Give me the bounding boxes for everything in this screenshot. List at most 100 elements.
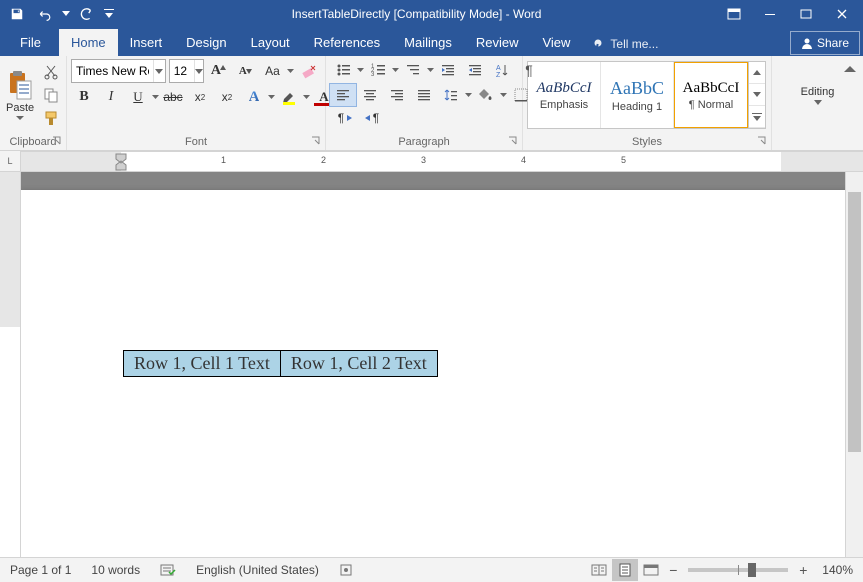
italic-button[interactable]: I: [98, 86, 124, 108]
font-name-dropdown[interactable]: [153, 60, 165, 82]
change-case-dropdown[interactable]: [286, 60, 294, 82]
underline-button[interactable]: U: [125, 86, 151, 108]
table-row[interactable]: Row 1, Cell 1 Text Row 1, Cell 2 Text: [124, 351, 438, 377]
borders-button[interactable]: [508, 84, 534, 106]
highlight-button[interactable]: [276, 86, 302, 108]
multilevel-list-button[interactable]: [400, 59, 426, 81]
change-case-button[interactable]: Aa: [259, 60, 285, 82]
paste-button[interactable]: Paste: [4, 60, 36, 130]
minimize-button[interactable]: [753, 2, 787, 26]
format-painter-button[interactable]: [38, 107, 64, 129]
table-cell[interactable]: Row 1, Cell 2 Text: [280, 351, 437, 377]
font-name-input[interactable]: [72, 64, 153, 78]
font-size-combo[interactable]: [169, 59, 205, 83]
document-table[interactable]: Row 1, Cell 1 Text Row 1, Cell 2 Text: [123, 350, 438, 377]
styles-expand[interactable]: [749, 106, 765, 128]
align-center-button[interactable]: [357, 84, 383, 106]
highlight-dropdown[interactable]: [303, 86, 310, 108]
zoom-in-button[interactable]: +: [794, 561, 812, 579]
tab-mailings[interactable]: Mailings: [392, 29, 464, 56]
bullets-dropdown[interactable]: [357, 59, 364, 81]
macro-status[interactable]: [329, 558, 363, 582]
font-dialog-launcher[interactable]: [310, 135, 322, 147]
increase-indent-button[interactable]: [462, 59, 488, 81]
grow-font-button[interactable]: A: [205, 60, 231, 82]
maximize-button[interactable]: [789, 2, 823, 26]
print-layout-button[interactable]: [612, 559, 638, 581]
save-button[interactable]: [4, 2, 30, 26]
copy-button[interactable]: [38, 84, 64, 106]
shrink-font-button[interactable]: A: [232, 60, 258, 82]
document-viewport[interactable]: Row 1, Cell 1 Text Row 1, Cell 2 Text: [21, 172, 863, 557]
scrollbar-thumb[interactable]: [848, 192, 861, 452]
show-hide-button[interactable]: ¶: [516, 59, 542, 81]
undo-dropdown[interactable]: [60, 2, 72, 26]
word-count-status[interactable]: 10 words: [81, 558, 150, 582]
horizontal-ruler[interactable]: 1 2 3 4 5: [21, 151, 863, 171]
font-name-combo[interactable]: [71, 59, 166, 83]
tab-selector[interactable]: L: [0, 151, 21, 171]
bullets-button[interactable]: [330, 59, 356, 81]
superscript-button[interactable]: x2: [214, 86, 240, 108]
numbering-dropdown[interactable]: [392, 59, 399, 81]
zoom-out-button[interactable]: −: [664, 561, 682, 579]
tab-review[interactable]: Review: [464, 29, 531, 56]
line-spacing-dropdown[interactable]: [465, 84, 472, 106]
web-layout-button[interactable]: [638, 559, 664, 581]
bold-button[interactable]: B: [71, 86, 97, 108]
vertical-scrollbar[interactable]: [845, 172, 863, 557]
sort-button[interactable]: AZ: [489, 59, 515, 81]
cut-button[interactable]: [38, 61, 64, 83]
align-right-button[interactable]: [384, 84, 410, 106]
vertical-ruler[interactable]: [0, 172, 21, 557]
close-button[interactable]: [825, 2, 859, 26]
style-heading1[interactable]: AaBbC Heading 1: [601, 62, 674, 128]
undo-button[interactable]: [32, 2, 58, 26]
strikethrough-button[interactable]: abc: [160, 86, 186, 108]
page[interactable]: Row 1, Cell 1 Text Row 1, Cell 2 Text: [21, 190, 863, 557]
zoom-level-status[interactable]: 140%: [812, 558, 863, 582]
font-size-dropdown[interactable]: [194, 60, 203, 82]
numbering-button[interactable]: 123: [365, 59, 391, 81]
tell-me-search[interactable]: Tell me...: [582, 32, 668, 56]
multilevel-dropdown[interactable]: [427, 59, 434, 81]
align-left-button[interactable]: [330, 84, 356, 106]
editing-button[interactable]: Editing: [793, 60, 843, 130]
tab-insert[interactable]: Insert: [118, 29, 175, 56]
tab-design[interactable]: Design: [174, 29, 238, 56]
tab-layout[interactable]: Layout: [239, 29, 302, 56]
share-button[interactable]: Share: [790, 31, 860, 55]
indent-marker-icon[interactable]: [115, 153, 129, 171]
line-spacing-button[interactable]: [438, 84, 464, 106]
zoom-slider-thumb[interactable]: [748, 563, 756, 577]
language-status[interactable]: English (United States): [186, 558, 329, 582]
shading-dropdown[interactable]: [500, 84, 507, 106]
rtl-button[interactable]: ¶: [359, 107, 385, 129]
table-cell[interactable]: Row 1, Cell 1 Text: [124, 351, 281, 377]
subscript-button[interactable]: x2: [187, 86, 213, 108]
qat-customize-dropdown[interactable]: [102, 2, 116, 26]
styles-scroll-down[interactable]: [749, 84, 765, 106]
tab-file[interactable]: File: [2, 29, 59, 56]
decrease-indent-button[interactable]: [435, 59, 461, 81]
clipboard-dialog-launcher[interactable]: [51, 135, 63, 147]
underline-dropdown[interactable]: [152, 86, 159, 108]
text-effects-dropdown[interactable]: [268, 86, 275, 108]
styles-dialog-launcher[interactable]: [756, 135, 768, 147]
collapse-ribbon-button[interactable]: [841, 60, 859, 78]
page-number-status[interactable]: Page 1 of 1: [0, 558, 81, 582]
paragraph-dialog-launcher[interactable]: [507, 135, 519, 147]
redo-button[interactable]: [74, 2, 100, 26]
style-normal[interactable]: AaBbCcI ¶ Normal: [674, 62, 748, 128]
clear-formatting-button[interactable]: [295, 60, 321, 82]
tab-references[interactable]: References: [302, 29, 392, 56]
ltr-button[interactable]: ¶: [332, 107, 358, 129]
tab-home[interactable]: Home: [59, 29, 118, 56]
styles-scroll-up[interactable]: [749, 62, 765, 84]
text-effects-button[interactable]: A: [241, 86, 267, 108]
read-mode-button[interactable]: [586, 559, 612, 581]
tab-view[interactable]: View: [530, 29, 582, 56]
ribbon-display-options[interactable]: [717, 2, 751, 26]
shading-button[interactable]: [473, 84, 499, 106]
font-size-input[interactable]: [170, 64, 195, 78]
